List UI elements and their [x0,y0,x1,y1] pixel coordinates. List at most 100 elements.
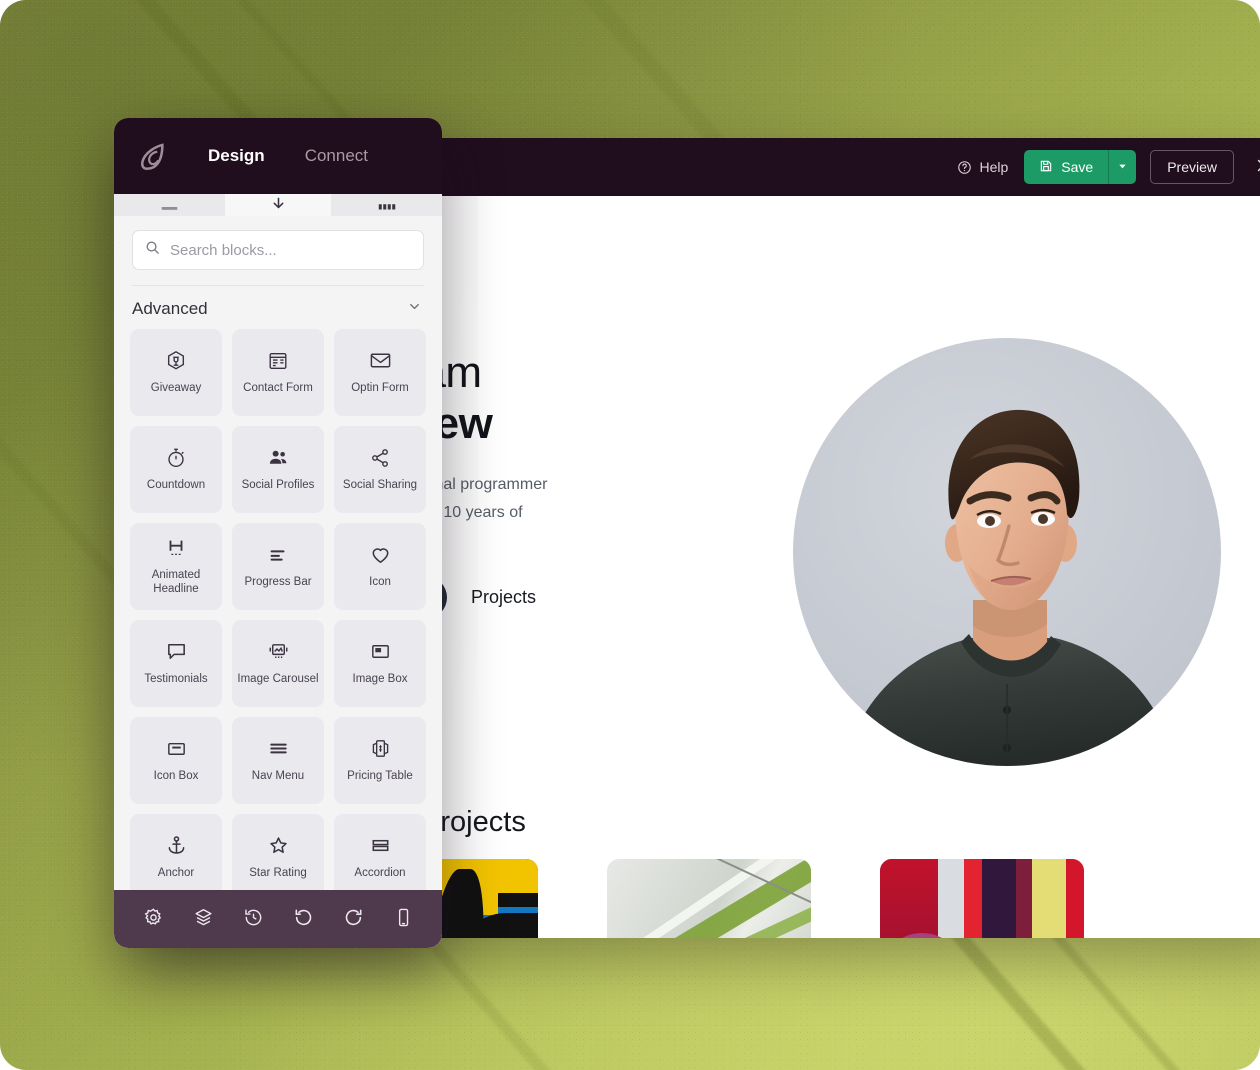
block-label: Social Profiles [241,479,315,492]
redo-button[interactable] [338,904,368,934]
chevron-down-icon [1117,160,1128,175]
block-social-sharing[interactable]: Social Sharing [334,426,426,513]
block-label: Social Sharing [342,478,418,491]
block-label: Progress Bar [244,575,312,588]
chevron-down-icon [407,299,422,319]
ready-sections-icon [161,199,178,214]
blocks-panel: Design Connect Search blocks... Advanced… [114,118,442,948]
envelope-icon [369,349,392,372]
block-label: Image Carousel [237,673,319,686]
block-accordion[interactable]: Accordion [334,814,426,890]
block-animated-headline[interactable]: Animated Headline [130,523,222,610]
save-label: Save [1061,159,1094,175]
heart-icon [369,543,392,566]
accordion-icon [369,834,392,857]
block-label: Accordion [354,867,406,880]
block-label: Pricing Table [347,770,413,783]
responsive-view-button[interactable] [388,904,418,934]
project-thumbnail-2[interactable] [607,859,811,938]
projects-row [334,859,1084,938]
grid-blocks-icon [378,199,396,214]
leaf-logo-icon [136,139,170,173]
block-label: Giveaway [150,381,202,394]
block-icon[interactable]: Icon [334,523,426,610]
heading-h-icon [165,537,187,559]
block-label: Star Rating [249,867,307,880]
block-label: Contact Form [243,381,313,394]
trophy-icon [165,350,187,372]
save-disk-icon [1039,159,1053,176]
block-pricing-table[interactable]: Pricing Table [334,717,426,804]
block-anchor[interactable]: Anchor [130,814,222,890]
help-button[interactable]: Help [955,155,1010,179]
block-testimonials[interactable]: Testimonials [130,620,222,707]
redo-icon [343,907,364,931]
people-icon [267,446,290,469]
block-nav-menu[interactable]: Nav Menu [232,717,324,804]
form-icon [267,350,289,372]
share-icon [369,447,391,469]
panel-footer-toolbar [114,890,442,948]
block-countdown[interactable]: Countdown [130,426,222,513]
search-icon [145,240,160,260]
anchor-icon [165,834,188,857]
progress-bars-icon [267,544,289,566]
block-label: Image Box [352,673,408,686]
portrait-illustration [845,409,1175,766]
save-options-dropdown[interactable] [1108,150,1137,184]
search-box[interactable] [132,230,424,270]
panel-header: Design Connect [114,118,442,194]
help-label: Help [979,159,1009,175]
revision-history-button[interactable] [238,904,268,934]
pricing-table-icon [369,737,392,760]
preview-button[interactable]: Preview [1150,150,1234,184]
download-blocks-icon [270,197,287,214]
project-thumbnail-3[interactable] [880,859,1084,938]
star-icon [267,834,290,857]
tab-connect[interactable]: Connect [303,142,370,170]
block-label: Testimonials [144,673,208,686]
block-label: Icon Box [153,770,199,783]
image-box-icon [369,640,392,663]
blocks-grid: Giveaway Contact Form Optin Form Countdo… [130,329,426,890]
search-input[interactable] [170,241,411,259]
projects-button[interactable]: Projects [471,587,536,608]
block-image-carousel[interactable]: Image Carousel [232,620,324,707]
close-editor-button[interactable] [1248,152,1260,182]
stopwatch-icon [165,447,187,469]
tab-design[interactable]: Design [206,142,267,170]
layers-button[interactable] [188,904,218,934]
block-icon-box[interactable]: Icon Box [130,717,222,804]
block-contact-form[interactable]: Contact Form [232,329,324,416]
block-image-box[interactable]: Image Box [334,620,426,707]
close-icon [1255,157,1260,177]
block-optin-form[interactable]: Optin Form [334,329,426,416]
blocks-scroll-area[interactable]: Giveaway Contact Form Optin Form Countdo… [114,329,442,890]
portrait-photo [793,338,1221,766]
block-social-profiles[interactable]: Social Profiles [232,426,324,513]
block-star-rating[interactable]: Star Rating [232,814,324,890]
layers-icon [193,907,214,931]
block-giveaway[interactable]: Giveaway [130,329,222,416]
save-button-group: Save [1024,150,1137,184]
save-button[interactable]: Save [1024,150,1109,184]
block-label: Animated Headline [151,568,201,595]
block-label: Icon [369,576,391,589]
section-header-advanced[interactable]: Advanced [114,286,442,329]
responsive-mobile-icon [393,907,414,931]
search-area [114,216,442,270]
undo-button[interactable] [288,904,318,934]
undo-icon [293,907,314,931]
editor-topbar-actions: Help Save Preview [955,150,1260,184]
image-carousel-icon [267,640,290,663]
settings-gear-icon [143,907,164,931]
question-circle-icon [957,160,972,175]
block-label: Countdown [146,478,206,491]
revision-history-icon [243,907,264,931]
settings-button[interactable] [138,904,168,934]
hamburger-menu-icon [267,737,290,760]
block-label: Nav Menu [251,770,305,783]
speech-bubble-icon [165,640,188,663]
block-progress-bar[interactable]: Progress Bar [232,523,324,610]
section-title: Advanced [132,299,208,318]
